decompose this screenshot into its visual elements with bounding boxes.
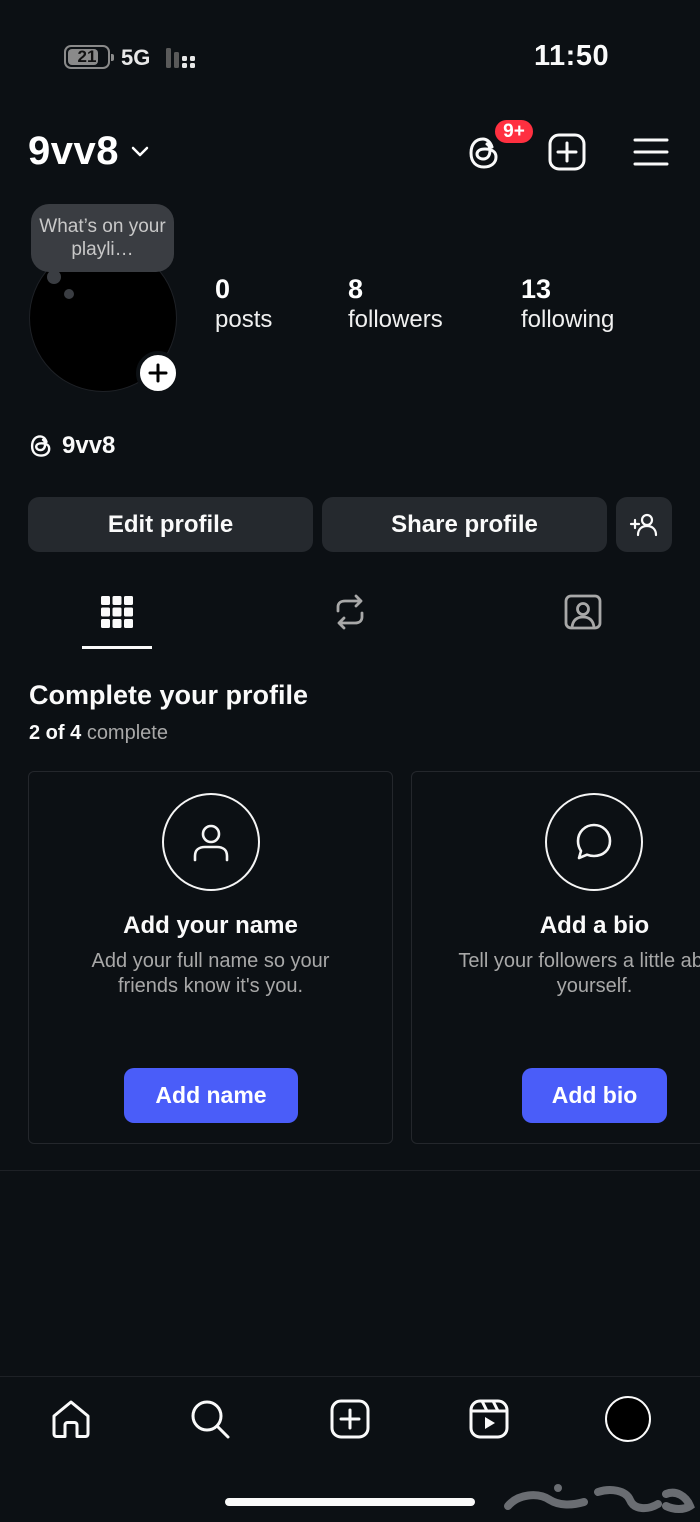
following-label: following bbox=[521, 306, 615, 333]
search-icon bbox=[191, 1400, 230, 1439]
nav-home[interactable] bbox=[48, 1396, 94, 1442]
add-person-icon bbox=[629, 513, 658, 536]
create-icon bbox=[330, 1399, 370, 1439]
profile-avatar-icon bbox=[605, 1396, 651, 1442]
status-time: 11:50 bbox=[534, 40, 610, 72]
grid-icon bbox=[101, 596, 133, 628]
tab-posts-grid[interactable] bbox=[82, 588, 152, 636]
battery-level: 21 bbox=[77, 47, 97, 66]
share-profile-button[interactable]: Share profile bbox=[322, 497, 607, 552]
posts-label: posts bbox=[215, 306, 273, 333]
followers-label: followers bbox=[348, 306, 443, 333]
header-username: 9vv8 bbox=[28, 128, 119, 173]
create-post-button[interactable] bbox=[546, 131, 588, 173]
person-icon bbox=[162, 793, 260, 891]
add-story-button[interactable] bbox=[136, 351, 180, 395]
card-description: Add your full name so your friends know … bbox=[91, 950, 330, 997]
repost-icon bbox=[336, 594, 364, 630]
add-name-card: Add your name Add your full name so your… bbox=[28, 771, 393, 1144]
home-icon bbox=[52, 1400, 90, 1438]
watermark-logo bbox=[504, 1484, 695, 1513]
posts-count: 0 bbox=[215, 274, 231, 304]
progress-label: complete bbox=[86, 722, 168, 744]
plus-square-icon bbox=[548, 133, 586, 171]
stat-followers[interactable]: 8 followers bbox=[348, 273, 443, 335]
menu-button[interactable] bbox=[631, 132, 671, 172]
section-divider bbox=[0, 1170, 700, 1171]
chevron-down-icon bbox=[131, 146, 149, 157]
complete-profile-progress: 2 of 4 complete bbox=[29, 722, 168, 745]
discover-people-button[interactable] bbox=[616, 497, 672, 552]
nav-divider bbox=[0, 1376, 700, 1377]
hamburger-menu-icon bbox=[633, 138, 669, 166]
progress-count: 2 of 4 bbox=[29, 722, 82, 744]
add-bio-card: Add a bio Tell your followers a little a… bbox=[411, 771, 700, 1144]
tagged-person-icon bbox=[564, 594, 602, 630]
card-title: Add a bio bbox=[539, 912, 650, 939]
nav-profile[interactable] bbox=[605, 1396, 651, 1442]
battery-indicator: 21 bbox=[64, 45, 114, 69]
card-description: Tell your followers a little about yours… bbox=[458, 950, 700, 997]
home-indicator bbox=[225, 1498, 475, 1506]
nav-reels[interactable] bbox=[466, 1396, 512, 1442]
threads-profile-link[interactable]: 9vv8 bbox=[28, 432, 115, 460]
add-bio-button[interactable]: Add bio bbox=[522, 1068, 667, 1123]
nav-search[interactable] bbox=[187, 1396, 233, 1442]
tab-reposts[interactable] bbox=[315, 588, 385, 636]
network-type: 5G bbox=[121, 45, 151, 70]
stat-following[interactable]: 13 following bbox=[521, 273, 614, 335]
plus-icon bbox=[148, 363, 168, 383]
chat-bubble-icon bbox=[545, 793, 643, 891]
followers-count: 8 bbox=[348, 274, 364, 304]
account-switcher[interactable]: 9vv8 bbox=[28, 128, 151, 174]
following-count: 13 bbox=[521, 274, 552, 304]
nav-create[interactable] bbox=[327, 1396, 373, 1442]
active-tab-indicator bbox=[82, 646, 152, 649]
add-name-button[interactable]: Add name bbox=[124, 1068, 298, 1123]
threads-icon bbox=[30, 435, 51, 457]
signal-strength-icon bbox=[166, 48, 195, 68]
reels-icon bbox=[469, 1399, 509, 1439]
card-title: Add your name bbox=[123, 912, 298, 939]
threads-handle: 9vv8 bbox=[62, 432, 116, 459]
notification-badge: 9+ bbox=[492, 117, 536, 146]
edit-profile-button[interactable]: Edit profile bbox=[28, 497, 313, 552]
complete-profile-title: Complete your profile bbox=[29, 680, 309, 710]
stat-posts[interactable]: 0 posts bbox=[215, 273, 272, 335]
tab-tagged[interactable] bbox=[548, 588, 618, 636]
note-bubble[interactable]: What’s on your playli… bbox=[31, 204, 174, 272]
